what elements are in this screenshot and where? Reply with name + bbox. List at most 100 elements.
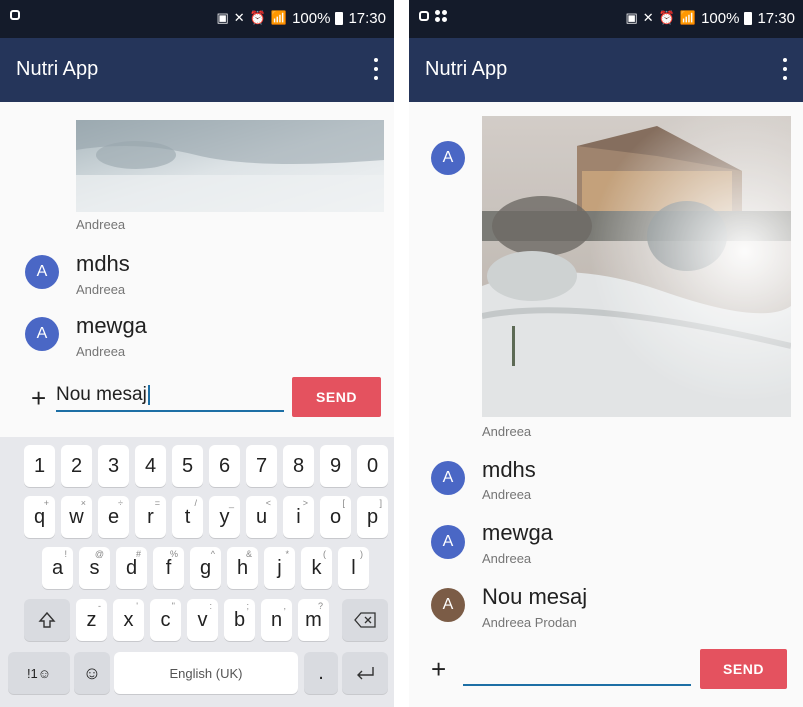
app-title: Nutri App	[16, 58, 99, 80]
emoji-icon: ☺	[82, 662, 102, 683]
message-photo[interactable]	[76, 120, 384, 212]
status-bar: ▣ ✕ ⏰ 📶 100% 17:30	[409, 0, 803, 38]
nfc-icon: ▣	[216, 10, 229, 25]
message-text: mewga	[482, 520, 553, 545]
notification-icon	[419, 11, 429, 21]
avatar: A	[431, 461, 465, 495]
key-x[interactable]: ' x	[113, 599, 144, 641]
key-5[interactable]: 5	[172, 445, 203, 487]
message-author: Andreea	[76, 344, 126, 359]
key-s[interactable]: @ s	[79, 547, 110, 589]
key-t[interactable]: / t	[172, 496, 203, 538]
avatar: A	[431, 588, 465, 622]
key-p[interactable]: ] p	[357, 496, 388, 538]
key-i[interactable]: > i	[283, 496, 314, 538]
message-text: mdhs	[76, 251, 130, 276]
message-text: mdhs	[482, 457, 536, 482]
alarm-icon: ⏰	[249, 10, 266, 25]
nfc-icon: ▣	[625, 10, 638, 25]
period-key[interactable]: .	[304, 652, 338, 694]
message-author: Andreea	[76, 282, 126, 297]
message-author: Andreea	[482, 487, 532, 502]
key-k[interactable]: (k	[301, 547, 332, 589]
soft-keyboard: 1 2 3 4 5 6 7 8 9 0 + q × w ÷ e = r / t _ y < u…	[0, 437, 394, 707]
key-1[interactable]: 1	[24, 445, 55, 487]
signal-icon: 📶	[270, 10, 288, 25]
key-3[interactable]: 3	[98, 445, 129, 487]
key-9[interactable]: 9	[320, 445, 351, 487]
key-2[interactable]: 2	[61, 445, 92, 487]
key-w[interactable]: × w	[61, 496, 92, 538]
key-4[interactable]: 4	[135, 445, 166, 487]
shift-icon	[38, 611, 56, 628]
key-l[interactable]: ) l	[338, 547, 369, 589]
mute-icon: ✕	[642, 10, 654, 25]
app-bar: Nutri App	[0, 38, 394, 102]
key-c[interactable]: " c	[150, 599, 181, 641]
battery-icon	[744, 11, 753, 25]
shift-key[interactable]	[24, 599, 70, 641]
backspace-icon	[354, 612, 376, 628]
avatar: A	[25, 317, 59, 351]
status-bar: ▣ ✕ ⏰ 📶 100% 17:30	[0, 0, 394, 38]
message-input[interactable]: Nou mesaj	[56, 384, 284, 412]
add-attachment-button[interactable]: +	[431, 656, 446, 682]
battery-percent: 100%	[701, 9, 740, 27]
key-b[interactable]: ; b	[224, 599, 255, 641]
overflow-menu-icon[interactable]	[372, 58, 380, 80]
key-h[interactable]: & h	[227, 547, 258, 589]
mute-icon: ✕	[233, 10, 245, 25]
phone-screen-right: ▣ ✕ ⏰ 📶 100% 17:30 Nutri App A Andreea A…	[409, 0, 803, 707]
key-d[interactable]: # d	[116, 547, 147, 589]
key-j[interactable]: * j	[264, 547, 295, 589]
key-8[interactable]: 8	[283, 445, 314, 487]
avatar: A	[431, 141, 465, 175]
space-bar[interactable]: English (UK)	[114, 652, 298, 694]
key-n[interactable]: ,n	[261, 599, 292, 641]
message-text: Nou mesaj	[482, 584, 588, 609]
send-button[interactable]: SEND	[700, 649, 787, 689]
alarm-icon: ⏰	[658, 10, 675, 25]
key-e[interactable]: ÷ e	[98, 496, 129, 538]
avatar: A	[431, 525, 465, 559]
key-g[interactable]: ^ g	[190, 547, 221, 589]
key-y[interactable]: _ y	[209, 496, 240, 538]
message-author: Andreea Prodan	[482, 615, 577, 630]
avatar: A	[25, 255, 59, 289]
key-f[interactable]: % f	[153, 547, 184, 589]
key-u[interactable]: < u	[246, 496, 277, 538]
phone-screen-left: ▣ ✕ ⏰ 📶 100% 17:30 Nutri App Andreea A m…	[0, 0, 394, 707]
battery-icon	[335, 11, 344, 25]
key-a[interactable]: ! a	[42, 547, 73, 589]
key-r[interactable]: = r	[135, 496, 166, 538]
add-attachment-button[interactable]: +	[31, 385, 46, 411]
key-o[interactable]: [o	[320, 496, 351, 538]
message-input[interactable]	[463, 658, 691, 686]
photo-author: Andreea	[76, 217, 126, 232]
backspace-key[interactable]	[342, 599, 388, 641]
key-v[interactable]: :v	[187, 599, 218, 641]
app-title: Nutri App	[425, 58, 508, 80]
notification-icon	[10, 10, 20, 20]
app-bar: Nutri App	[409, 38, 803, 102]
enter-icon	[357, 667, 374, 680]
message-text: mewga	[76, 313, 147, 338]
symbols-key[interactable]: !1☺	[8, 652, 70, 694]
send-button[interactable]: SEND	[292, 377, 381, 417]
key-6[interactable]: 6	[209, 445, 240, 487]
key-q[interactable]: + q	[24, 496, 55, 538]
overflow-menu-icon[interactable]	[781, 58, 789, 80]
key-0[interactable]: 0	[357, 445, 388, 487]
battery-percent: 100%	[292, 9, 331, 27]
clock: 17:30	[348, 9, 386, 27]
message-author: Andreea	[482, 551, 532, 566]
text-cursor	[147, 384, 150, 405]
photo-author: Andreea	[482, 424, 532, 439]
emoji-key[interactable]: ☺	[74, 652, 110, 694]
key-m[interactable]: ? m	[298, 599, 329, 641]
key-z[interactable]: -z	[76, 599, 107, 641]
message-photo[interactable]	[482, 116, 791, 417]
signal-icon: 📶	[679, 10, 697, 25]
key-7[interactable]: 7	[246, 445, 277, 487]
enter-key[interactable]	[342, 652, 388, 694]
